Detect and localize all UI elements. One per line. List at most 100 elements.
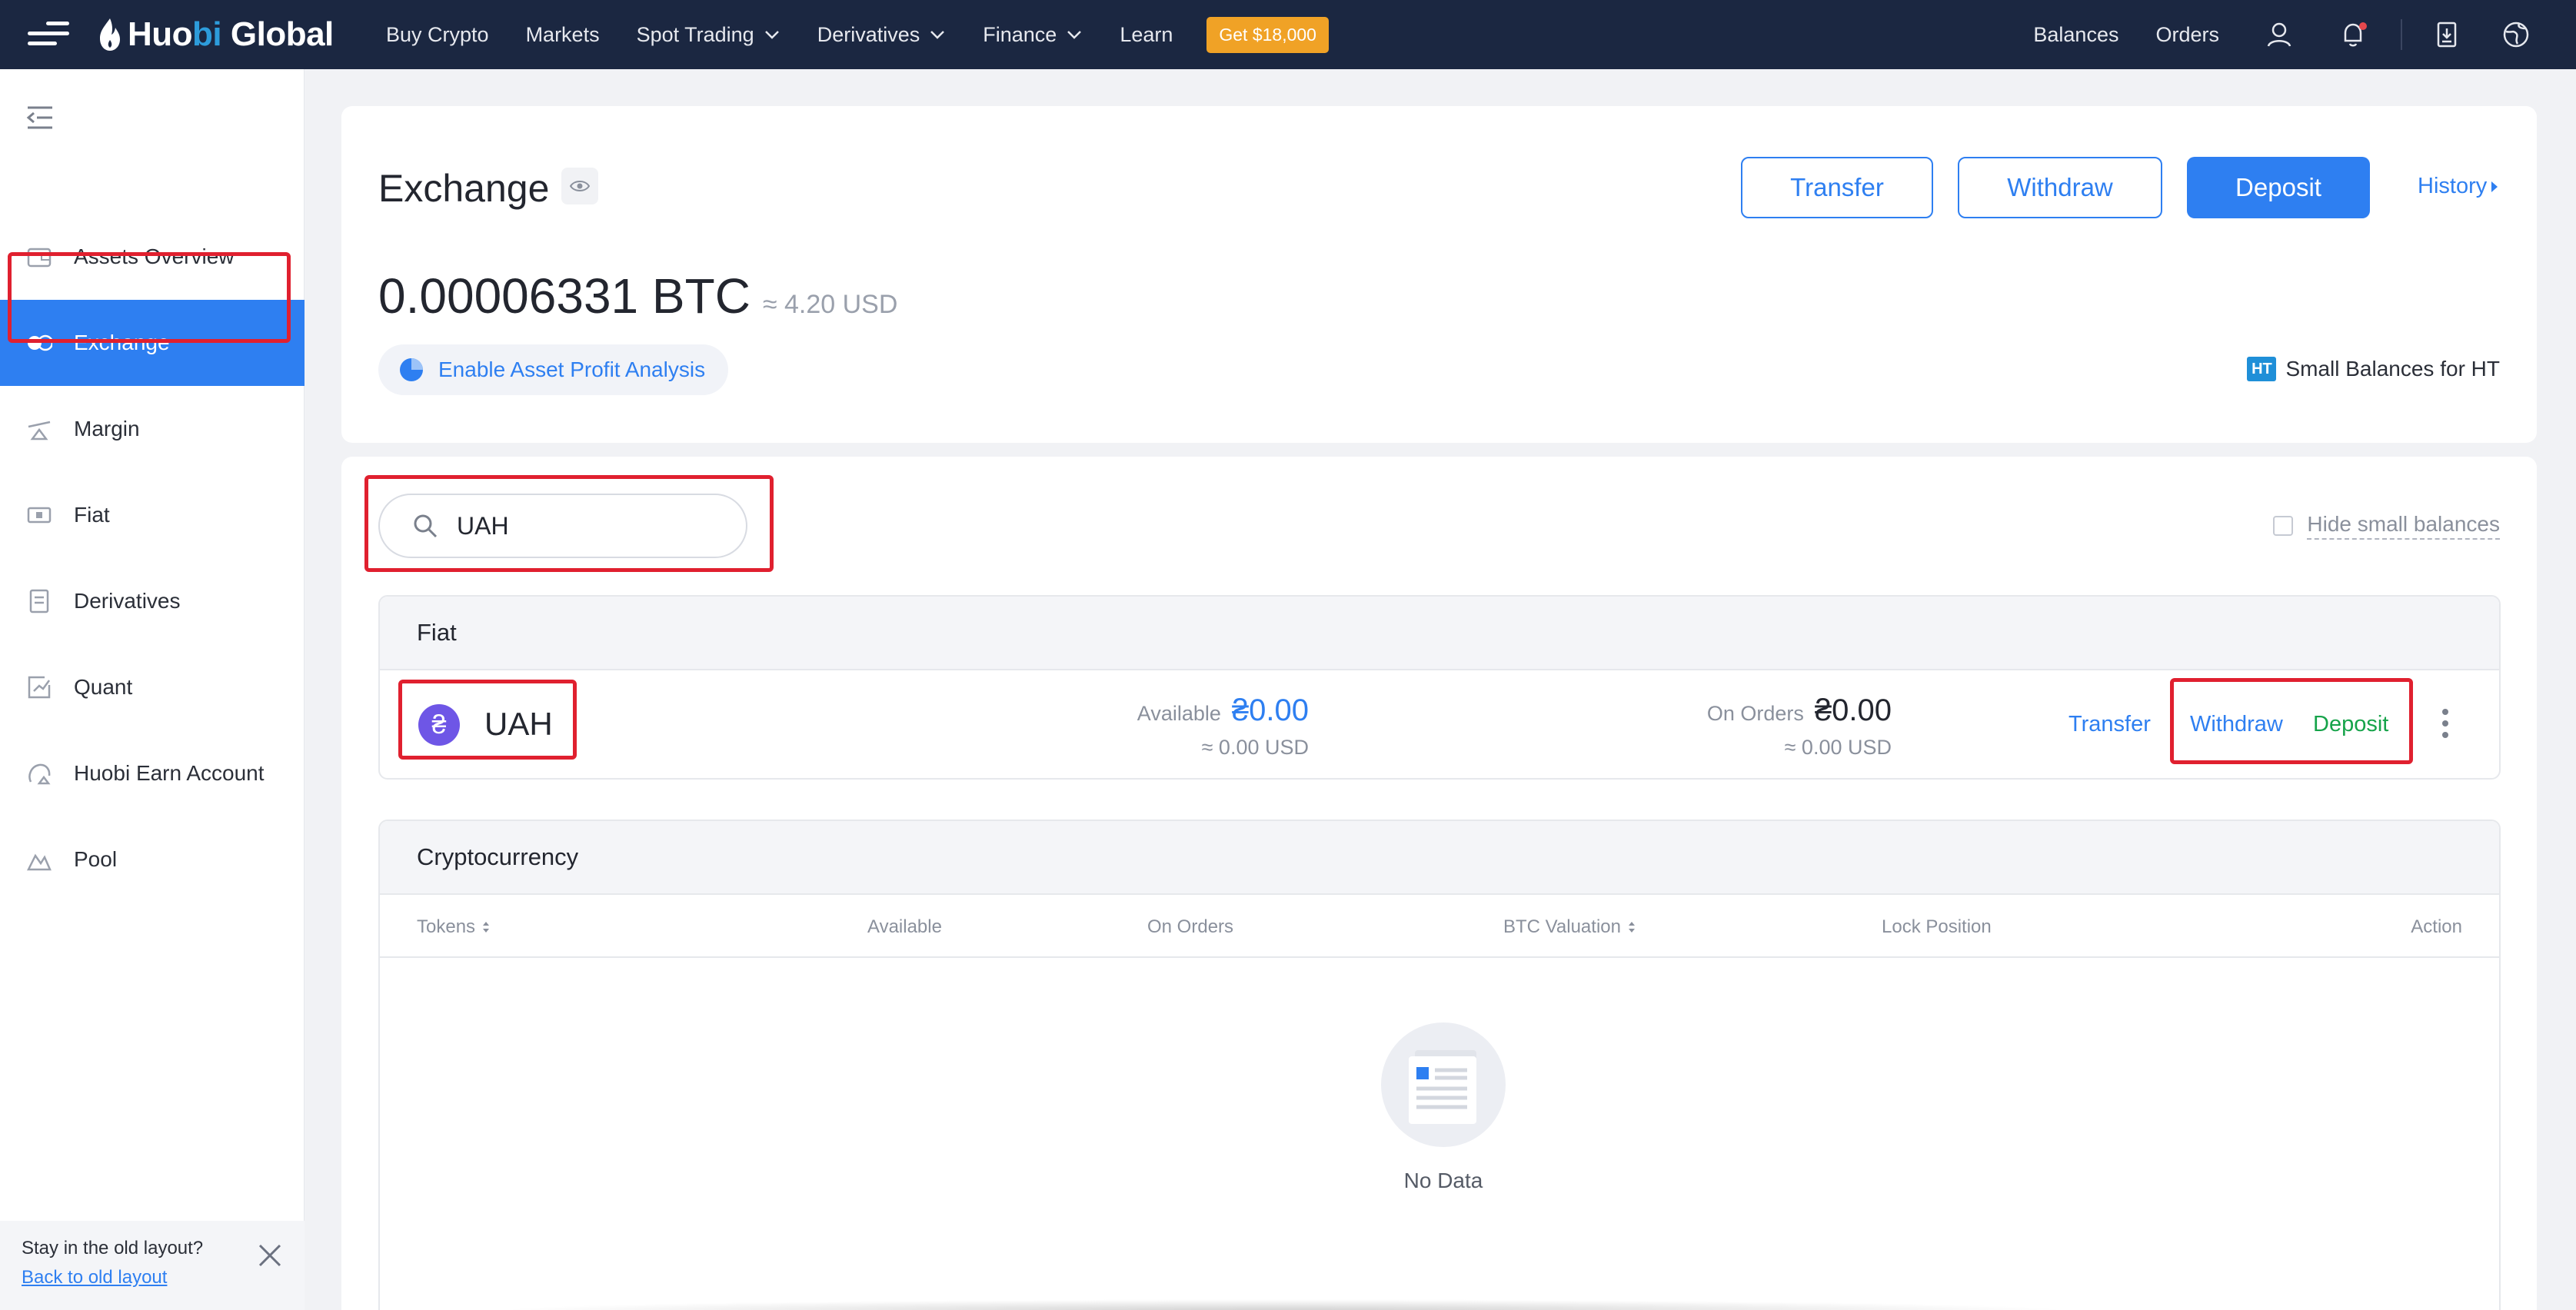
- top-navbar: Huo bi Global Buy Crypto Markets Spot Tra…: [0, 0, 2576, 69]
- menu-icon[interactable]: [28, 22, 71, 48]
- nav-orders[interactable]: Orders: [2155, 23, 2219, 47]
- sidebar-item-label: Assets Overview: [74, 244, 235, 268]
- col-label: BTC Valuation: [1503, 916, 1621, 937]
- fiat-section: Fiat ₴ UAH Available ₴0.00 ≈ 0.00 USD On …: [378, 595, 2501, 780]
- row-deposit-link[interactable]: Deposit: [2313, 712, 2388, 737]
- col-available: Available: [867, 916, 942, 937]
- nav-markets[interactable]: Markets: [526, 23, 600, 47]
- nav-label: Learn: [1120, 22, 1173, 46]
- small-balances-for-ht[interactable]: HT Small Balances for HT: [2247, 357, 2500, 381]
- table-row: ₴ UAH Available ₴0.00 ≈ 0.00 USD On Order…: [380, 670, 2499, 778]
- back-to-old-layout-link[interactable]: Back to old layout: [22, 1267, 283, 1288]
- document-icon: [29, 589, 49, 613]
- hide-small-balances-checkbox[interactable]: [2273, 516, 2294, 536]
- sidebar-item-label: Huobi Earn Account: [74, 761, 265, 785]
- notification-dot: [2359, 22, 2367, 30]
- sidebar-item-label: Margin: [74, 417, 140, 441]
- sidebar-item-exchange[interactable]: Exchange: [0, 300, 305, 386]
- enable-profit-analysis-button[interactable]: Enable Asset Profit Analysis: [378, 344, 729, 395]
- promo-badge[interactable]: Get $18,000: [1206, 16, 1329, 53]
- eye-icon[interactable]: [561, 168, 598, 204]
- deposit-button[interactable]: Deposit: [2187, 157, 2370, 218]
- download-icon[interactable]: [2433, 21, 2461, 48]
- col-lock-position: Lock Position: [1882, 916, 1992, 937]
- withdraw-button[interactable]: Withdraw: [1958, 157, 2162, 218]
- search-box[interactable]: [378, 494, 747, 558]
- small-balances-label: Small Balances for HT: [2285, 357, 2500, 381]
- sidebar-item-quant[interactable]: Quant: [0, 644, 305, 730]
- close-icon[interactable]: [257, 1242, 283, 1268]
- sidebar-item-label: Quant: [74, 675, 133, 699]
- nav-label: Markets: [525, 22, 600, 46]
- sidebar: Assets Overview Exchange Margin Fiat Der…: [0, 69, 305, 1310]
- nav-balances[interactable]: Balances: [2033, 23, 2118, 47]
- exchange-summary-card: Exchange Transfer Withdraw Deposit Histo…: [341, 106, 2537, 443]
- chevron-down-icon: [1067, 31, 1082, 39]
- available-label: Available: [1137, 702, 1221, 725]
- globe-icon[interactable]: [2502, 21, 2530, 48]
- sidebar-item-assets-overview[interactable]: Assets Overview: [0, 214, 305, 300]
- nav-label: Derivatives: [817, 22, 920, 46]
- earn-icon: [28, 763, 51, 785]
- sidebar-item-margin[interactable]: Margin: [0, 386, 305, 472]
- banknote-icon: [27, 507, 52, 524]
- hide-small-balances-label: Hide small balances: [2307, 512, 2500, 540]
- nav-buy-crypto[interactable]: Buy Crypto: [386, 23, 489, 47]
- sidebar-item-derivatives[interactable]: Derivatives: [0, 558, 305, 644]
- nav-divider: [2401, 19, 2402, 50]
- user-icon[interactable]: [2265, 21, 2293, 48]
- nav-label: Buy Crypto: [386, 22, 489, 46]
- cryptocurrency-heading: Cryptocurrency: [380, 821, 2499, 895]
- transfer-button[interactable]: Transfer: [1741, 157, 1933, 218]
- collapse-sidebar-icon[interactable]: [26, 105, 54, 131]
- old-layout-question: Stay in the old layout?: [22, 1238, 204, 1258]
- balance-usd: ≈ 4.20 USD: [762, 290, 898, 319]
- profit-analysis-label: Enable Asset Profit Analysis: [438, 357, 706, 381]
- brand-logo[interactable]: Huo bi Global: [97, 12, 334, 57]
- pie-chart-icon: [400, 358, 423, 381]
- nav-spot-trading[interactable]: Spot Trading: [637, 23, 780, 47]
- sort-icon: [1628, 922, 1635, 933]
- page-title: Exchange: [378, 167, 550, 210]
- no-data-text: No Data: [1403, 1169, 1483, 1192]
- col-action: Action: [2411, 916, 2462, 937]
- fiat-heading: Fiat: [380, 597, 2499, 670]
- col-btc-valuation[interactable]: BTC Valuation: [1503, 916, 1636, 938]
- on-orders-value-group: On Orders ₴0.00 ≈ 0.00 USD: [1707, 693, 1892, 760]
- chevron-down-icon: [764, 31, 779, 39]
- nav-derivatives[interactable]: Derivatives: [817, 23, 947, 47]
- sidebar-item-label: Fiat: [74, 503, 110, 527]
- search-icon: [414, 514, 438, 538]
- bell-icon[interactable]: [2339, 21, 2367, 48]
- sidebar-item-fiat[interactable]: Fiat: [0, 472, 305, 558]
- uah-coin-icon: ₴: [418, 704, 460, 746]
- table-header: Tokens Available On Orders BTC Valuation…: [380, 895, 2499, 958]
- nav-finance[interactable]: Finance: [983, 23, 1083, 47]
- row-withdraw-link[interactable]: Withdraw: [2190, 712, 2283, 737]
- bottom-shadow: [492, 1299, 2076, 1310]
- assets-card: Hide small balances Fiat ₴ UAH Available…: [341, 457, 2537, 1310]
- row-transfer-link[interactable]: Transfer: [2068, 712, 2151, 737]
- history-link[interactable]: History: [2418, 174, 2499, 199]
- sidebar-item-label: Derivatives: [74, 589, 181, 613]
- flame-icon: [100, 18, 120, 51]
- main-nav: Buy Crypto Markets Spot Trading Derivati…: [386, 0, 1329, 69]
- search-input[interactable]: [457, 511, 718, 540]
- toggle-icon: [28, 334, 52, 351]
- available-value: ₴0.00: [1231, 693, 1309, 727]
- available-value-group: Available ₴0.00 ≈ 0.00 USD: [1137, 693, 1309, 760]
- sidebar-item-pool[interactable]: Pool: [0, 816, 305, 903]
- on-orders-value: ₴0.00: [1814, 693, 1892, 727]
- pool-icon: [26, 853, 52, 871]
- ht-token-icon: HT: [2247, 357, 2277, 381]
- chevron-down-icon: [930, 31, 945, 39]
- col-label: Tokens: [417, 916, 476, 937]
- empty-document-icon: [1381, 1022, 1506, 1147]
- sidebar-item-huobi-earn-account[interactable]: Huobi Earn Account: [0, 730, 305, 816]
- hide-small-balances[interactable]: Hide small balances: [2273, 512, 2500, 540]
- more-options-icon[interactable]: [2441, 709, 2450, 743]
- nav-right: Balances Orders: [1996, 0, 2530, 69]
- col-tokens[interactable]: Tokens: [417, 916, 491, 938]
- total-balance: 0.00006331 BTC ≈ 4.20 USD: [378, 268, 897, 324]
- nav-learn[interactable]: Learn: [1120, 23, 1173, 47]
